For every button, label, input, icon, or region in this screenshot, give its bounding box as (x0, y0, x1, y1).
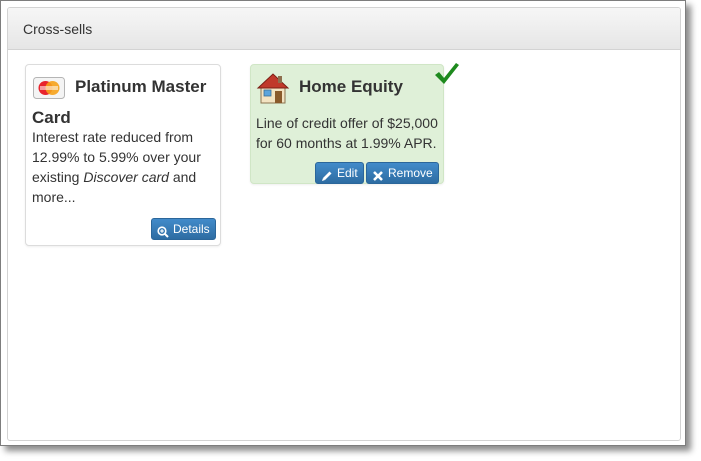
card-description: Line of credit offer of $25,000 for 60 m… (256, 115, 438, 151)
remove-button[interactable]: Remove (366, 162, 439, 184)
window-frame: Cross-sells Platinum Master Card Interes… (0, 0, 686, 446)
remove-button-label: Remove (388, 166, 433, 180)
description-emphasis: Discover card (83, 169, 169, 185)
card-title: Platinum Master Card (32, 71, 218, 133)
zoom-in-icon (157, 223, 169, 238)
card-home-equity[interactable]: Home Equity Line of credit offer of $25,… (250, 64, 444, 184)
credit-card-icon (33, 77, 65, 99)
cross-sells-panel: Cross-sells Platinum Master Card Interes… (7, 7, 681, 441)
pencil-icon (321, 167, 333, 181)
card-title: Home Equity (256, 71, 442, 105)
panel-title: Cross-sells (8, 8, 680, 50)
x-icon (372, 167, 384, 181)
card-title-text: Home Equity (299, 77, 403, 96)
card-platinum-master-card[interactable]: Platinum Master Card Interest rate reduc… (25, 64, 221, 246)
checkmark-icon (434, 62, 460, 86)
edit-button[interactable]: Edit (315, 162, 364, 184)
house-icon (256, 71, 290, 105)
details-button-label: Details (173, 222, 210, 236)
details-button[interactable]: Details (151, 218, 216, 240)
card-description: Interest rate reduced from 12.99% to 5.9… (32, 127, 218, 207)
edit-button-label: Edit (337, 166, 358, 180)
